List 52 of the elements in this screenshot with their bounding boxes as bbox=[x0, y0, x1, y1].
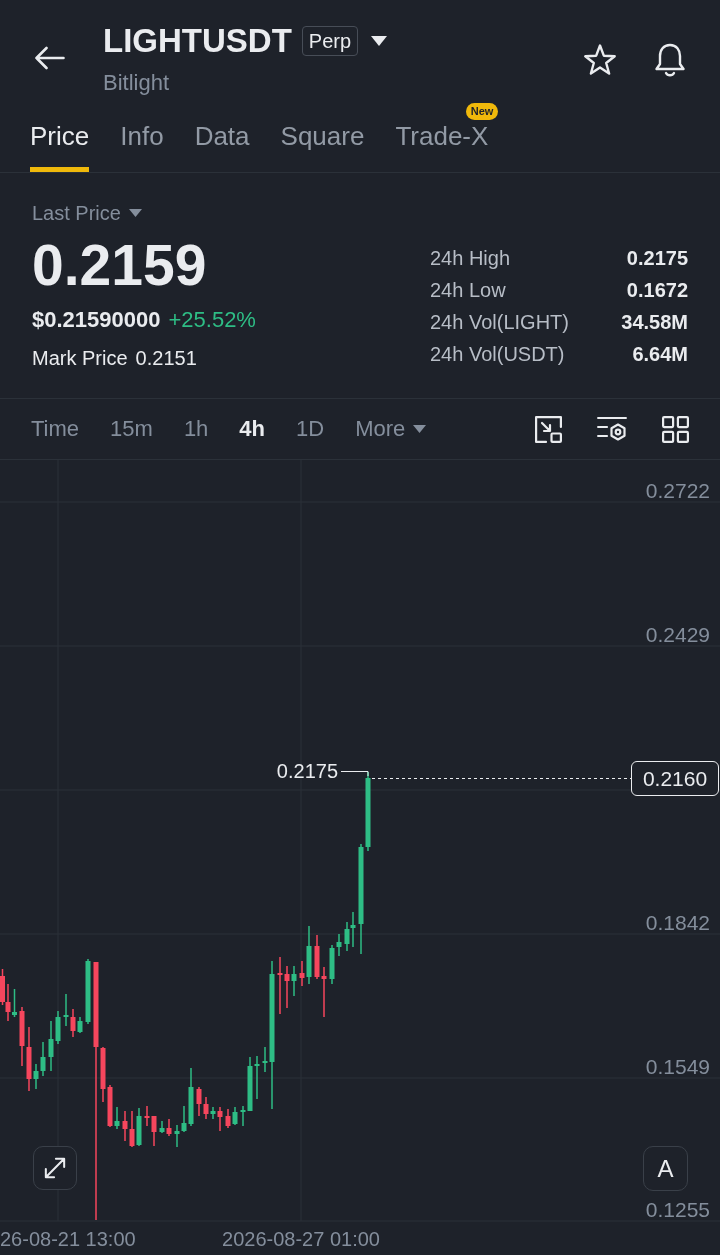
mark-price-value: 0.2151 bbox=[135, 346, 197, 371]
price-axis-label: 0.2722 bbox=[645, 480, 710, 502]
stat-label: 24h Low bbox=[430, 278, 506, 302]
price-type-selector[interactable]: Last Price bbox=[32, 201, 142, 225]
tab[interactable]: Data bbox=[194, 121, 250, 172]
high-price-marker: 0.2175 bbox=[276, 760, 338, 782]
diagonal-arrows-icon bbox=[44, 1157, 66, 1179]
subtitle: Bitlight bbox=[103, 71, 170, 95]
tab[interactable]: Square bbox=[280, 121, 365, 172]
tab[interactable]: Price bbox=[30, 121, 90, 172]
time-axis-label: 26-08-21 13:00 bbox=[0, 1228, 136, 1250]
price-change: +25.52% bbox=[168, 307, 256, 333]
caret-icon bbox=[413, 425, 427, 433]
price-axis-label: 0.1549 bbox=[645, 1056, 710, 1078]
caret-icon bbox=[128, 209, 142, 217]
stat-value: 34.58M bbox=[621, 310, 688, 334]
back-arrow-icon[interactable] bbox=[35, 46, 65, 70]
interval-tab[interactable]: 1h bbox=[183, 416, 209, 442]
star-icon[interactable] bbox=[583, 44, 617, 76]
window-arrow-icon[interactable] bbox=[535, 415, 562, 443]
more-menu[interactable]: More bbox=[355, 416, 427, 442]
caret-icon[interactable] bbox=[371, 36, 388, 46]
interval-tab[interactable]: 15m bbox=[110, 416, 153, 442]
stat-value: 0.2175 bbox=[626, 246, 688, 270]
stat-value: 6.64M bbox=[632, 342, 688, 366]
last-price: 0.2159 bbox=[32, 235, 207, 295]
last-price-tag: 0.2160 bbox=[631, 761, 719, 796]
bell-icon[interactable] bbox=[653, 42, 687, 78]
price-axis-label: 0.1255 bbox=[645, 1199, 710, 1221]
contract-badge: Perp bbox=[301, 26, 359, 56]
price-axis-label: 0.2429 bbox=[645, 624, 710, 646]
tab[interactable]: Info bbox=[120, 121, 164, 172]
candle bbox=[85, 958, 91, 1025]
tab[interactable]: Trade-X bbox=[395, 121, 489, 172]
time-axis-label: 2026-08-27 01:00 bbox=[222, 1228, 380, 1250]
usd-price: $0.21590000 bbox=[32, 307, 161, 333]
stat-label: 24h Vol(USDT) bbox=[430, 342, 565, 366]
stat-value: 0.1672 bbox=[626, 278, 688, 302]
mark-price-label: Mark Price bbox=[32, 346, 128, 371]
grid-icon[interactable] bbox=[662, 415, 689, 443]
stat-label: 24h High bbox=[430, 246, 511, 270]
interval-tab[interactable]: 1D bbox=[296, 416, 325, 442]
price-axis-label: 0.1842 bbox=[645, 912, 710, 934]
expand-button[interactable] bbox=[33, 1146, 77, 1190]
scale-mode-button[interactable]: A bbox=[643, 1146, 688, 1191]
new-badge: New bbox=[465, 103, 499, 120]
pair-title: LIGHTUSDT bbox=[103, 21, 292, 61]
interval-tab[interactable]: 4h bbox=[239, 416, 266, 442]
list-hexagon-icon[interactable] bbox=[597, 415, 627, 443]
leader-line bbox=[340, 771, 369, 777]
interval-tab[interactable]: Time bbox=[31, 416, 80, 442]
stat-label: 24h Vol(LIGHT) bbox=[430, 310, 569, 334]
